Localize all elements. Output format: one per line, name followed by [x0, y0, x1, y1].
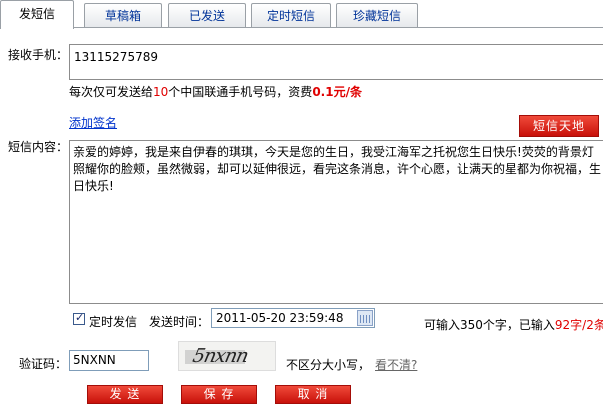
send-limit-hint: 每次仅可发送给10个中国联通手机号码，资费0.1元/条: [69, 83, 362, 100]
message-label: 短信内容：: [8, 140, 69, 154]
tab-scheduled[interactable]: 定时短信: [251, 3, 331, 27]
hint-price: 0.1元/条: [312, 85, 362, 99]
sms-world-button[interactable]: 短信天地: [519, 115, 599, 137]
save-button[interactable]: 保 存: [181, 385, 257, 404]
tab-bar: 发短信 草稿箱 已发送 定时短信 珍藏短信: [0, 0, 603, 30]
char-counter-prefix: 可输入350个字，已输入: [424, 318, 555, 332]
recipient-phone-value: 13115275789: [74, 50, 158, 64]
captcha-refresh-link[interactable]: 看不清?: [375, 356, 417, 373]
calendar-icon[interactable]: [357, 310, 373, 326]
tab-send-sms[interactable]: 发短信: [0, 0, 74, 29]
message-textarea[interactable]: 亲爱的婷婷，我是来自伊春的琪琪，今天是您的生日，我受江海军之托祝您生日快乐!荧荧…: [69, 140, 603, 304]
captcha-label: 验证码：: [19, 357, 68, 371]
add-signature-link[interactable]: 添加签名: [69, 114, 117, 131]
message-text: 亲爱的婷婷，我是来自伊春的琪琪，今天是您的生日，我受江海军之托祝您生日快乐!荧荧…: [73, 145, 602, 193]
send-time-value: 2011-05-20 23:59:48: [216, 311, 344, 325]
captcha-input[interactable]: 5NXNN: [69, 350, 149, 371]
captcha-case-note: 不区分大小写，: [286, 358, 371, 372]
schedule-checkbox[interactable]: ✓: [73, 311, 85, 325]
hint-prefix: 每次仅可发送给: [69, 85, 154, 99]
schedule-checkbox-label: 定时发信: [89, 315, 138, 329]
send-button[interactable]: 发 送: [87, 385, 163, 404]
char-counter-count: 92字/2条: [554, 318, 603, 332]
captcha-input-value: 5NXNN: [73, 353, 116, 367]
tab-favorites[interactable]: 珍藏短信: [336, 3, 418, 27]
tab-drafts[interactable]: 草稿箱: [84, 3, 162, 27]
recipient-label: 接收手机：: [8, 48, 69, 62]
hint-middle: 个中国联通手机号码，资费: [168, 85, 313, 99]
recipient-phone-input[interactable]: 13115275789: [69, 44, 603, 80]
char-counter: 可输入350个字，已输入92字/2条: [424, 316, 603, 333]
tab-sent[interactable]: 已发送: [168, 3, 246, 27]
hint-count: 10: [153, 85, 169, 99]
captcha-image-text: 5nxnn: [190, 345, 250, 367]
cancel-button[interactable]: 取 消: [275, 385, 351, 404]
send-time-label: 发送时间：: [149, 315, 210, 329]
send-time-input[interactable]: 2011-05-20 23:59:48: [211, 308, 375, 328]
checkmark-icon: ✓: [75, 311, 85, 324]
captcha-image[interactable]: 5nxnn: [178, 341, 276, 371]
